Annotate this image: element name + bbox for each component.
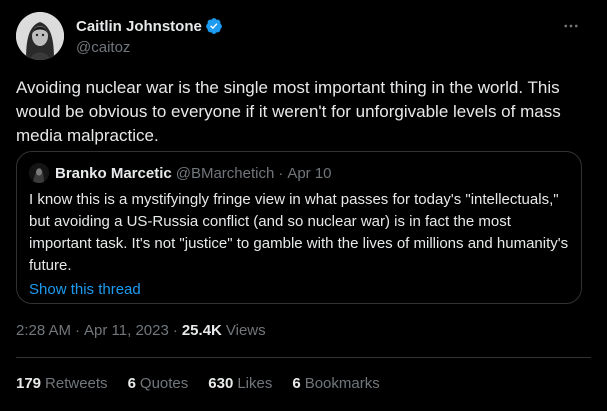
views-count: 25.4K	[181, 321, 222, 339]
bookmarks-stat[interactable]: 6 Bookmarks	[292, 375, 379, 392]
likes-label: Likes	[237, 374, 273, 392]
tweet-header: Caitlin Johnstone @caitoz	[16, 12, 591, 60]
tweet-time[interactable]: 2:28 AM	[16, 322, 71, 339]
author-display-name[interactable]: Caitlin Johnstone	[76, 18, 202, 35]
quoted-tweet-header: Branko Marcetic @BMarchetich · Apr 10	[29, 163, 569, 183]
tweet-stats: 179 Retweets 6 Quotes 630 Likes 6 Bookma…	[16, 371, 400, 395]
quoted-tweet[interactable]: Branko Marcetic @BMarchetich · Apr 10 I …	[16, 151, 582, 304]
quoted-date-separator: ·	[278, 164, 284, 182]
author-names: Caitlin Johnstone @caitoz	[76, 16, 223, 58]
quotes-stat[interactable]: 6 Quotes	[128, 375, 189, 392]
author-avatar-image	[16, 12, 64, 60]
views-label: Views	[225, 321, 266, 339]
tweet-meta: 2:28 AM · Apr 11, 2023 · 25.4K Views	[16, 318, 266, 342]
quotes-label: Quotes	[139, 374, 189, 392]
quoted-author-name[interactable]: Branko Marcetic	[55, 165, 172, 182]
more-dots-icon	[564, 24, 578, 28]
likes-stat[interactable]: 630 Likes	[208, 375, 272, 392]
retweets-count: 179	[16, 374, 42, 392]
author-name-row: Caitlin Johnstone	[76, 16, 223, 36]
bookmarks-count: 6	[292, 374, 301, 392]
quoted-tweet-text: I know this is a mystifyingly fringe vie…	[29, 191, 569, 274]
show-thread-link[interactable]: Show this thread	[29, 279, 141, 301]
bookmarks-label: Bookmarks	[304, 374, 380, 392]
tweet: Caitlin Johnstone @caitoz Avoiding nucle…	[0, 0, 607, 411]
retweets-label: Retweets	[45, 374, 108, 392]
more-horizontal-icon[interactable]	[561, 16, 581, 36]
quoted-author-avatar[interactable]	[29, 163, 49, 183]
quoted-author-handle[interactable]: @BMarchetich	[176, 165, 275, 182]
meta-separator: ·	[75, 321, 81, 339]
quotes-count: 6	[127, 374, 136, 392]
tweet-date[interactable]: Apr 11, 2023	[84, 322, 169, 339]
author-avatar[interactable]	[16, 12, 64, 60]
meta-separator-2: ·	[172, 321, 178, 339]
tweet-text: Avoiding nuclear war is the single most …	[16, 78, 561, 145]
author-handle[interactable]: @caitoz	[76, 38, 223, 58]
verified-badge-icon[interactable]	[205, 17, 223, 35]
retweets-stat[interactable]: 179 Retweets	[16, 375, 108, 392]
quoted-date[interactable]: Apr 10	[287, 165, 331, 182]
divider	[16, 357, 591, 358]
likes-count: 630	[208, 374, 234, 392]
quoted-avatar-image	[29, 163, 49, 183]
